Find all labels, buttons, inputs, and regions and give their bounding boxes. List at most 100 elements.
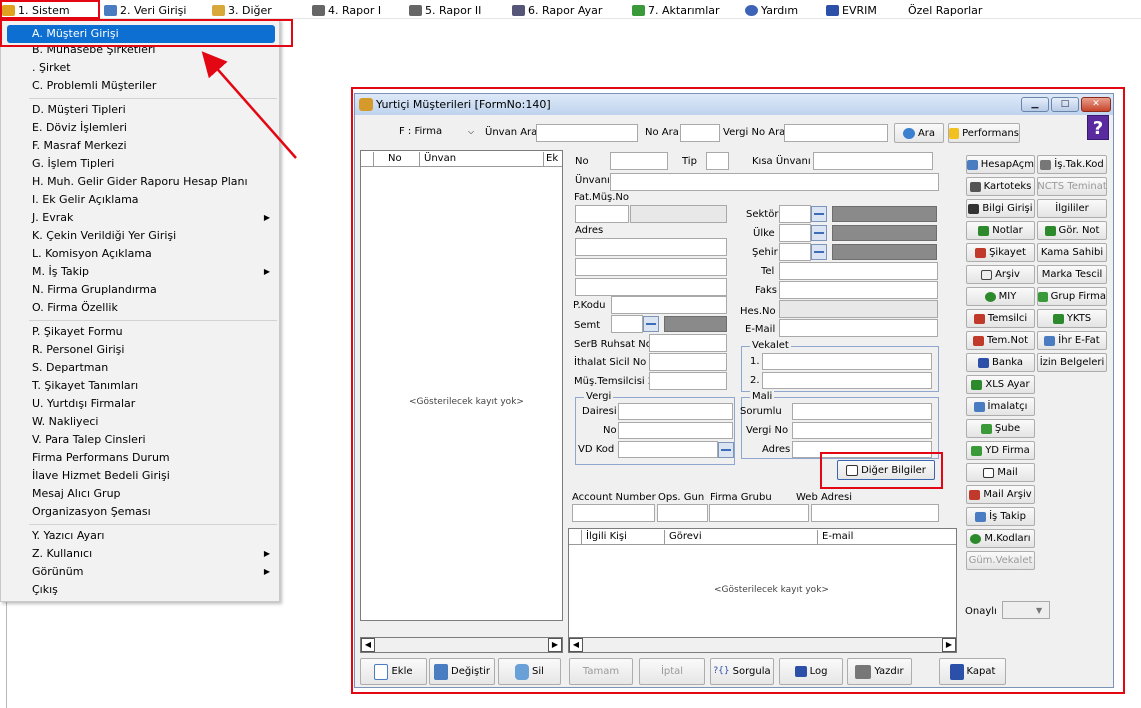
ncts-teminat-button[interactable]: NCTS Teminat bbox=[1037, 177, 1107, 196]
menu-item-firma-performans-durum[interactable]: Firma Performans Durum bbox=[2, 449, 278, 467]
menu-item-muhasebe-sirketleri[interactable]: B. Muhasebe Şirketleri bbox=[2, 41, 278, 59]
menu-rapor-1[interactable]: 4. Rapor I bbox=[312, 3, 381, 17]
mali-sorumlu-input[interactable] bbox=[792, 403, 932, 420]
onayli-select[interactable]: ▼ bbox=[1002, 601, 1050, 619]
temsilci-button[interactable]: Temsilci bbox=[966, 309, 1035, 328]
ara-button[interactable]: Ara bbox=[894, 123, 944, 143]
vd-kod-lookup-icon[interactable] bbox=[718, 442, 734, 458]
log-button[interactable]: Log bbox=[779, 658, 843, 685]
arsiv-button[interactable]: Arşiv bbox=[966, 265, 1035, 284]
sikayet-button[interactable]: Şikayet bbox=[966, 243, 1035, 262]
menu-item-gorunum[interactable]: Görünüm ▶ bbox=[2, 563, 278, 581]
pkodu-input[interactable] bbox=[611, 296, 727, 314]
ithalat-sicil-input[interactable] bbox=[649, 353, 727, 371]
no-ara-input[interactable] bbox=[680, 124, 720, 142]
menu-item-firma-gruplandirma[interactable]: N. Firma Gruplandırma bbox=[2, 281, 278, 299]
menu-item-komisyon-aciklama[interactable]: L. Komisyon Açıklama bbox=[2, 245, 278, 263]
menu-item-islem-tipleri[interactable]: G. İşlem Tipleri bbox=[2, 155, 278, 173]
faks-input[interactable] bbox=[779, 281, 938, 299]
menu-item-problemli-musteriler[interactable]: C. Problemli Müşteriler bbox=[2, 77, 278, 95]
menu-item-is-takip[interactable]: M. İş Takip ▶ bbox=[2, 263, 278, 281]
scroll-right-icon[interactable]: ▶ bbox=[942, 638, 956, 652]
menu-item-yazici-ayari[interactable]: Y. Yazıcı Ayarı bbox=[2, 527, 278, 545]
menu-ozel-raporlar[interactable]: Özel Raporlar bbox=[908, 3, 982, 17]
menu-item-musteri-tipleri[interactable]: D. Müşteri Tipleri bbox=[2, 101, 278, 119]
kapat-button[interactable]: Kapat bbox=[939, 658, 1006, 685]
col-gorevi[interactable]: Görevi bbox=[664, 530, 817, 544]
ilgililer-button[interactable]: İlgililer bbox=[1037, 199, 1107, 218]
adres-line2[interactable] bbox=[575, 258, 727, 276]
ops-gun-input[interactable] bbox=[657, 504, 708, 522]
semt-input[interactable] bbox=[611, 315, 643, 333]
unvani-input[interactable] bbox=[610, 173, 939, 191]
contact-grid-scrollbar[interactable]: ◀ ▶ bbox=[568, 637, 957, 653]
menu-sistem[interactable]: 1. Sistem bbox=[2, 3, 70, 17]
semt-lookup-icon[interactable] bbox=[643, 316, 659, 332]
is-takip-button[interactable]: İş Takip bbox=[966, 507, 1035, 526]
ykts-button[interactable]: YKTS bbox=[1037, 309, 1107, 328]
sil-button[interactable]: Sil bbox=[498, 658, 561, 685]
vekalet-1-input[interactable] bbox=[762, 353, 932, 370]
ulke-lookup-icon[interactable] bbox=[811, 225, 827, 241]
left-grid-scrollbar[interactable]: ◀ ▶ bbox=[360, 637, 563, 653]
filter-select[interactable]: F : Firma ⌵ bbox=[397, 123, 479, 141]
customer-grid[interactable]: No Ünvan Ek <Gösterilecek kayıt yok> bbox=[360, 150, 563, 621]
minimize-button[interactable]: ▁ bbox=[1021, 97, 1049, 112]
fat-mus-no-input[interactable] bbox=[575, 205, 629, 223]
kisa-unvan-input[interactable] bbox=[813, 152, 933, 170]
kama-sahibi-button[interactable]: Kama Sahibi bbox=[1037, 243, 1107, 262]
imalatci-button[interactable]: İmalatçı bbox=[966, 397, 1035, 416]
xls-ayar-button[interactable]: XLS Ayar bbox=[966, 375, 1035, 394]
col-ek[interactable]: Ek bbox=[543, 152, 562, 166]
hesapacm-button[interactable]: HesapAçm bbox=[966, 155, 1035, 174]
vergi-dairesi-input[interactable] bbox=[618, 403, 733, 420]
firma-grubu-input[interactable] bbox=[709, 504, 809, 522]
tamam-button[interactable]: Tamam bbox=[569, 658, 633, 685]
menu-evrim[interactable]: EVRIM bbox=[826, 3, 877, 17]
menu-item-yurtdisi-firmalar[interactable]: U. Yurtdışı Firmalar bbox=[2, 395, 278, 413]
sektor-lookup-icon[interactable] bbox=[811, 206, 827, 222]
maximize-button[interactable]: □ bbox=[1051, 97, 1079, 112]
col-ilgili-kisi[interactable]: İlgili Kişi bbox=[581, 530, 664, 544]
menu-item-sikayet-formu[interactable]: P. Şikayet Formu bbox=[2, 323, 278, 341]
menu-item-para-talep-cinsleri[interactable]: V. Para Talep Cinsleri bbox=[2, 431, 278, 449]
ulke-input[interactable] bbox=[779, 224, 811, 242]
kartoteks-button[interactable]: Kartoteks bbox=[966, 177, 1035, 196]
col-unvan[interactable]: Ünvan bbox=[419, 152, 543, 166]
menu-aktarimlar[interactable]: 7. Aktarımlar bbox=[632, 3, 720, 17]
adres-line1[interactable] bbox=[575, 238, 727, 256]
no-input[interactable] bbox=[610, 152, 668, 170]
scroll-left-icon[interactable]: ◀ bbox=[361, 638, 375, 652]
degistir-button[interactable]: Değiştir bbox=[429, 658, 495, 685]
gum-vekalet-button[interactable]: Güm.Vekalet bbox=[966, 551, 1035, 570]
col-no[interactable]: No bbox=[373, 152, 407, 166]
yazdir-button[interactable]: Yazdır bbox=[847, 658, 912, 685]
tip-input[interactable] bbox=[706, 152, 729, 170]
menu-item-kullanici[interactable]: Z. Kullanıcı ▶ bbox=[2, 545, 278, 563]
close-button[interactable]: ✕ bbox=[1081, 97, 1111, 112]
menu-rapor-2[interactable]: 5. Rapor II bbox=[409, 3, 481, 17]
col-email[interactable]: E-mail bbox=[817, 530, 943, 544]
menu-item-firma-ozellik[interactable]: O. Firma Özellik bbox=[2, 299, 278, 317]
grup-firma-button[interactable]: Grup Firma bbox=[1037, 287, 1107, 306]
menu-rapor-ayar[interactable]: 6. Rapor Ayar bbox=[512, 3, 602, 17]
contact-grid[interactable]: İlgili Kişi Görevi E-mail <Gösterilecek … bbox=[568, 528, 957, 638]
mali-vergi-no-input[interactable] bbox=[792, 422, 932, 439]
sektor-input[interactable] bbox=[779, 205, 811, 223]
menu-item-cek-verildigi-yer[interactable]: K. Çekin Verildiği Yer Girişi bbox=[2, 227, 278, 245]
mail-arsiv-button[interactable]: Mail Arşiv bbox=[966, 485, 1035, 504]
menu-yardim[interactable]: Yardım bbox=[745, 3, 798, 17]
mus-temsilcisi-input[interactable] bbox=[649, 372, 727, 390]
web-adresi-input[interactable] bbox=[811, 504, 939, 522]
notlar-button[interactable]: Notlar bbox=[966, 221, 1035, 240]
menu-diger[interactable]: 3. Diğer bbox=[212, 3, 272, 17]
serb-ruhsat-input[interactable] bbox=[649, 334, 727, 352]
account-number-input[interactable] bbox=[572, 504, 655, 522]
email-input[interactable] bbox=[779, 319, 938, 337]
adres-line3[interactable] bbox=[575, 278, 727, 296]
menu-veri-girisi[interactable]: 2. Veri Girişi bbox=[104, 3, 186, 17]
hes-no-input[interactable] bbox=[779, 300, 938, 318]
menu-item-sirket[interactable]: . Şirket bbox=[2, 59, 278, 77]
menu-item-personel-girisi[interactable]: R. Personel Girişi bbox=[2, 341, 278, 359]
menu-item-masraf-merkezi[interactable]: F. Masraf Merkezi bbox=[2, 137, 278, 155]
